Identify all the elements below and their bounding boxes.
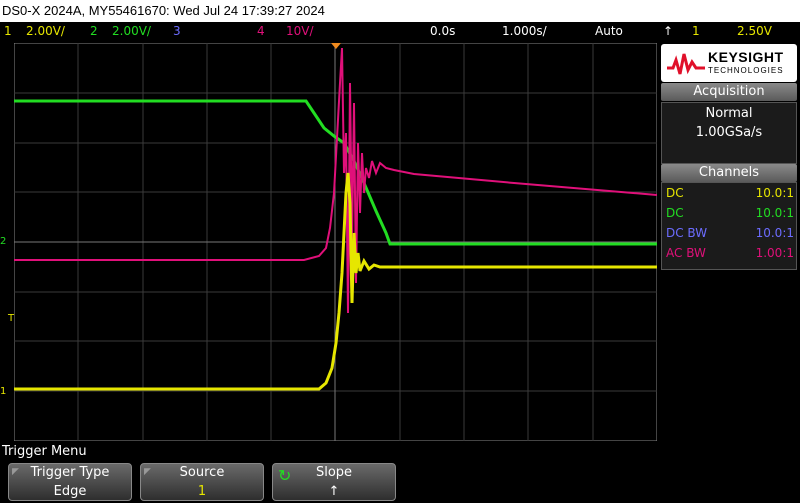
ch2-number[interactable]: 2 xyxy=(90,24,98,38)
ch2-scale[interactable]: 2.00V/ xyxy=(112,24,151,38)
channel-row-3[interactable]: DC BW 10.0:1 xyxy=(664,223,794,243)
channel-row-1[interactable]: DC 10.0:1 xyxy=(664,183,794,203)
channel-row-4[interactable]: AC BW 1.00:1 xyxy=(664,243,794,263)
keysight-wave-icon xyxy=(667,53,705,75)
menu-title: Trigger Menu xyxy=(2,444,87,459)
run-mode[interactable]: Auto xyxy=(595,24,623,38)
logo-text: KEYSIGHT xyxy=(708,49,784,65)
acquisition-box: Normal 1.00GSa/s xyxy=(661,102,797,164)
slope-softkey[interactable]: ↻ Slope ↑ xyxy=(272,463,396,501)
waveform-display[interactable] xyxy=(13,42,658,442)
window-title: DS0-X 2024A, MY55461670: Wed Jul 24 17:3… xyxy=(0,0,800,22)
ch4-number[interactable]: 4 xyxy=(257,24,265,38)
acquisition-mode: Normal xyxy=(705,106,753,121)
ch1-ground-marker[interactable]: 1 xyxy=(0,386,6,397)
ch1-scale[interactable]: 2.00V/ xyxy=(26,24,65,38)
trigger-level-marker[interactable]: T xyxy=(8,313,14,324)
trigger-type-softkey[interactable]: ◤ Trigger Type Edge xyxy=(8,463,132,501)
channels-box: DC 10.0:1 DC 10.0:1 DC BW 10.0:1 AC BW 1… xyxy=(661,182,797,270)
acquisition-rate: 1.00GSa/s xyxy=(695,125,763,140)
logo-subtext: TECHNOLOGIES xyxy=(708,66,784,75)
ch3-number[interactable]: 3 xyxy=(173,24,181,38)
ch1-number[interactable]: 1 xyxy=(4,24,12,38)
rising-edge-icon: ↑ xyxy=(663,24,674,38)
source-softkey[interactable]: ◤ Source 1 xyxy=(140,463,264,501)
trigger-source[interactable]: 1 xyxy=(692,24,700,38)
waveform-svg xyxy=(13,42,658,442)
right-panel: KEYSIGHT TECHNOLOGIES Acquisition Normal… xyxy=(659,43,800,441)
time-delay[interactable]: 0.0s xyxy=(430,24,455,38)
trigger-level[interactable]: 2.50V xyxy=(737,24,772,38)
channels-header: Channels xyxy=(661,164,797,182)
time-scale[interactable]: 1.000s/ xyxy=(502,24,547,38)
keysight-logo: KEYSIGHT TECHNOLOGIES xyxy=(661,44,797,82)
status-bar: 1 2.00V/ 2 2.00V/ 3 4 10V/ 0.0s 1.000s/ … xyxy=(0,22,800,42)
acquisition-header: Acquisition xyxy=(661,83,797,101)
ch4-scale[interactable]: 10V/ xyxy=(286,24,314,38)
channel-row-2[interactable]: DC 10.0:1 xyxy=(664,203,794,223)
ch2-ground-marker[interactable]: 2 xyxy=(0,236,6,247)
